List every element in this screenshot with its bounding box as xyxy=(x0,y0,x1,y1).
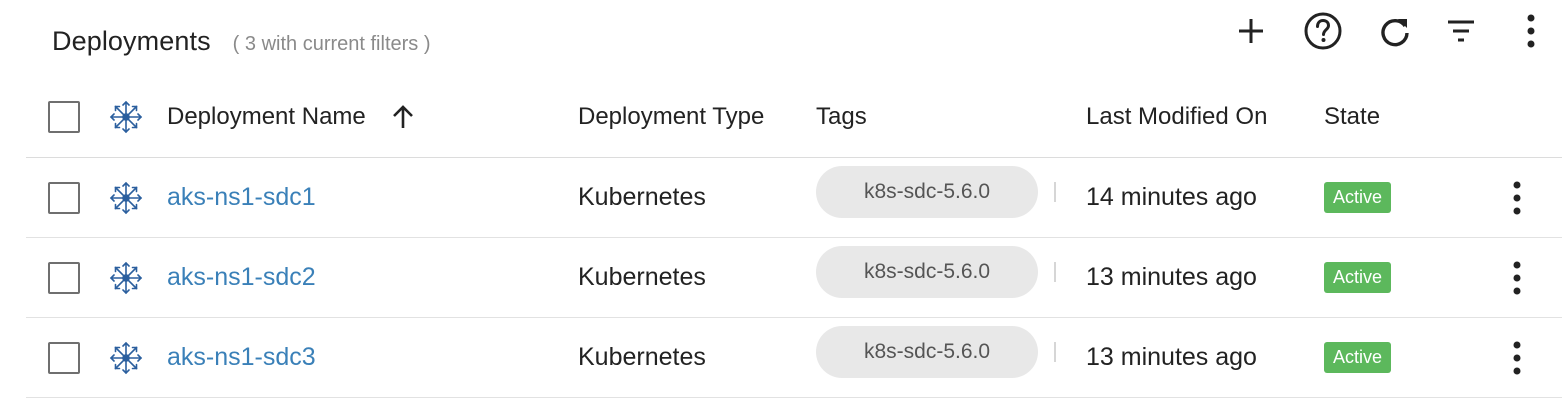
row-menu-button[interactable] xyxy=(1512,261,1522,295)
more-options-button[interactable] xyxy=(1508,8,1554,54)
deployment-type: Kubernetes xyxy=(578,183,706,211)
add-button[interactable] xyxy=(1228,8,1274,54)
deployment-type: Kubernetes xyxy=(578,263,706,291)
tag-chip[interactable]: k8s-sdc-5.6.0 xyxy=(816,166,1038,218)
add-icon xyxy=(1239,19,1263,43)
deployments-table: Deployment Name Deployment Type Tags Las… xyxy=(26,76,1562,398)
status-badge: Active xyxy=(1324,262,1392,293)
filter-count: ( 3 with current filters ) xyxy=(232,33,431,55)
more-vertical-icon xyxy=(1513,181,1521,214)
tag-chip-overflow xyxy=(1054,262,1056,282)
row-checkbox[interactable] xyxy=(48,261,80,294)
status-badge: Active xyxy=(1324,182,1392,213)
tag-chip-overflow xyxy=(1054,182,1056,202)
tag-chip[interactable]: k8s-sdc-5.6.0 xyxy=(816,246,1038,298)
deployment-icon xyxy=(109,261,143,294)
row-checkbox[interactable] xyxy=(48,341,80,374)
refresh-button[interactable] xyxy=(1372,8,1418,54)
deployment-icon xyxy=(109,341,143,374)
sort-button[interactable] xyxy=(392,104,414,130)
table-row[interactable]: aks-ns1-sdc3 Kubernetes k8s-sdc-5.6.0 13… xyxy=(26,318,1562,398)
column-header-type[interactable]: Deployment Type xyxy=(578,103,788,131)
last-modified: 13 minutes ago xyxy=(1086,263,1257,291)
row-menu-button[interactable] xyxy=(1512,341,1522,375)
column-header-name[interactable]: Deployment Name xyxy=(167,103,366,131)
table-row[interactable]: aks-ns1-sdc2 Kubernetes k8s-sdc-5.6.0 13… xyxy=(26,238,1562,318)
last-modified: 14 minutes ago xyxy=(1086,183,1257,211)
refresh-icon xyxy=(1381,18,1409,47)
last-modified: 13 minutes ago xyxy=(1086,343,1257,371)
column-header-tags[interactable]: Tags xyxy=(816,103,867,131)
tag-chip-overflow xyxy=(1054,342,1056,362)
table-header-row: Deployment Name Deployment Type Tags Las… xyxy=(26,76,1562,158)
column-header-state[interactable]: State xyxy=(1324,103,1380,131)
more-vertical-icon xyxy=(1513,341,1521,374)
table-row[interactable]: aks-ns1-sdc1 Kubernetes k8s-sdc-5.6.0 14… xyxy=(26,158,1562,238)
status-badge: Active xyxy=(1324,342,1392,373)
deployment-icon xyxy=(109,100,143,133)
arrow-up-icon xyxy=(392,104,413,128)
help-icon xyxy=(1304,12,1342,50)
more-vertical-icon xyxy=(1513,261,1521,294)
tag-chip[interactable]: k8s-sdc-5.6.0 xyxy=(816,326,1038,378)
help-button[interactable] xyxy=(1300,8,1346,54)
row-menu-button[interactable] xyxy=(1512,181,1522,215)
page-title: Deployments xyxy=(52,26,211,56)
row-checkbox[interactable] xyxy=(48,181,80,214)
more-vertical-icon xyxy=(1527,14,1535,48)
select-all-checkbox[interactable] xyxy=(48,100,80,133)
deployment-name-link[interactable]: aks-ns1-sdc3 xyxy=(167,343,316,372)
column-header-modified[interactable]: Last Modified On xyxy=(1086,103,1267,131)
deployment-type: Kubernetes xyxy=(578,343,706,371)
deployment-icon xyxy=(109,181,143,214)
filter-icon xyxy=(1448,20,1474,42)
page-header: Deployments ( 3 with current filters ) xyxy=(52,26,431,57)
filter-button[interactable] xyxy=(1438,8,1484,54)
deployment-name-link[interactable]: aks-ns1-sdc2 xyxy=(167,263,316,292)
deployment-name-link[interactable]: aks-ns1-sdc1 xyxy=(167,183,316,212)
